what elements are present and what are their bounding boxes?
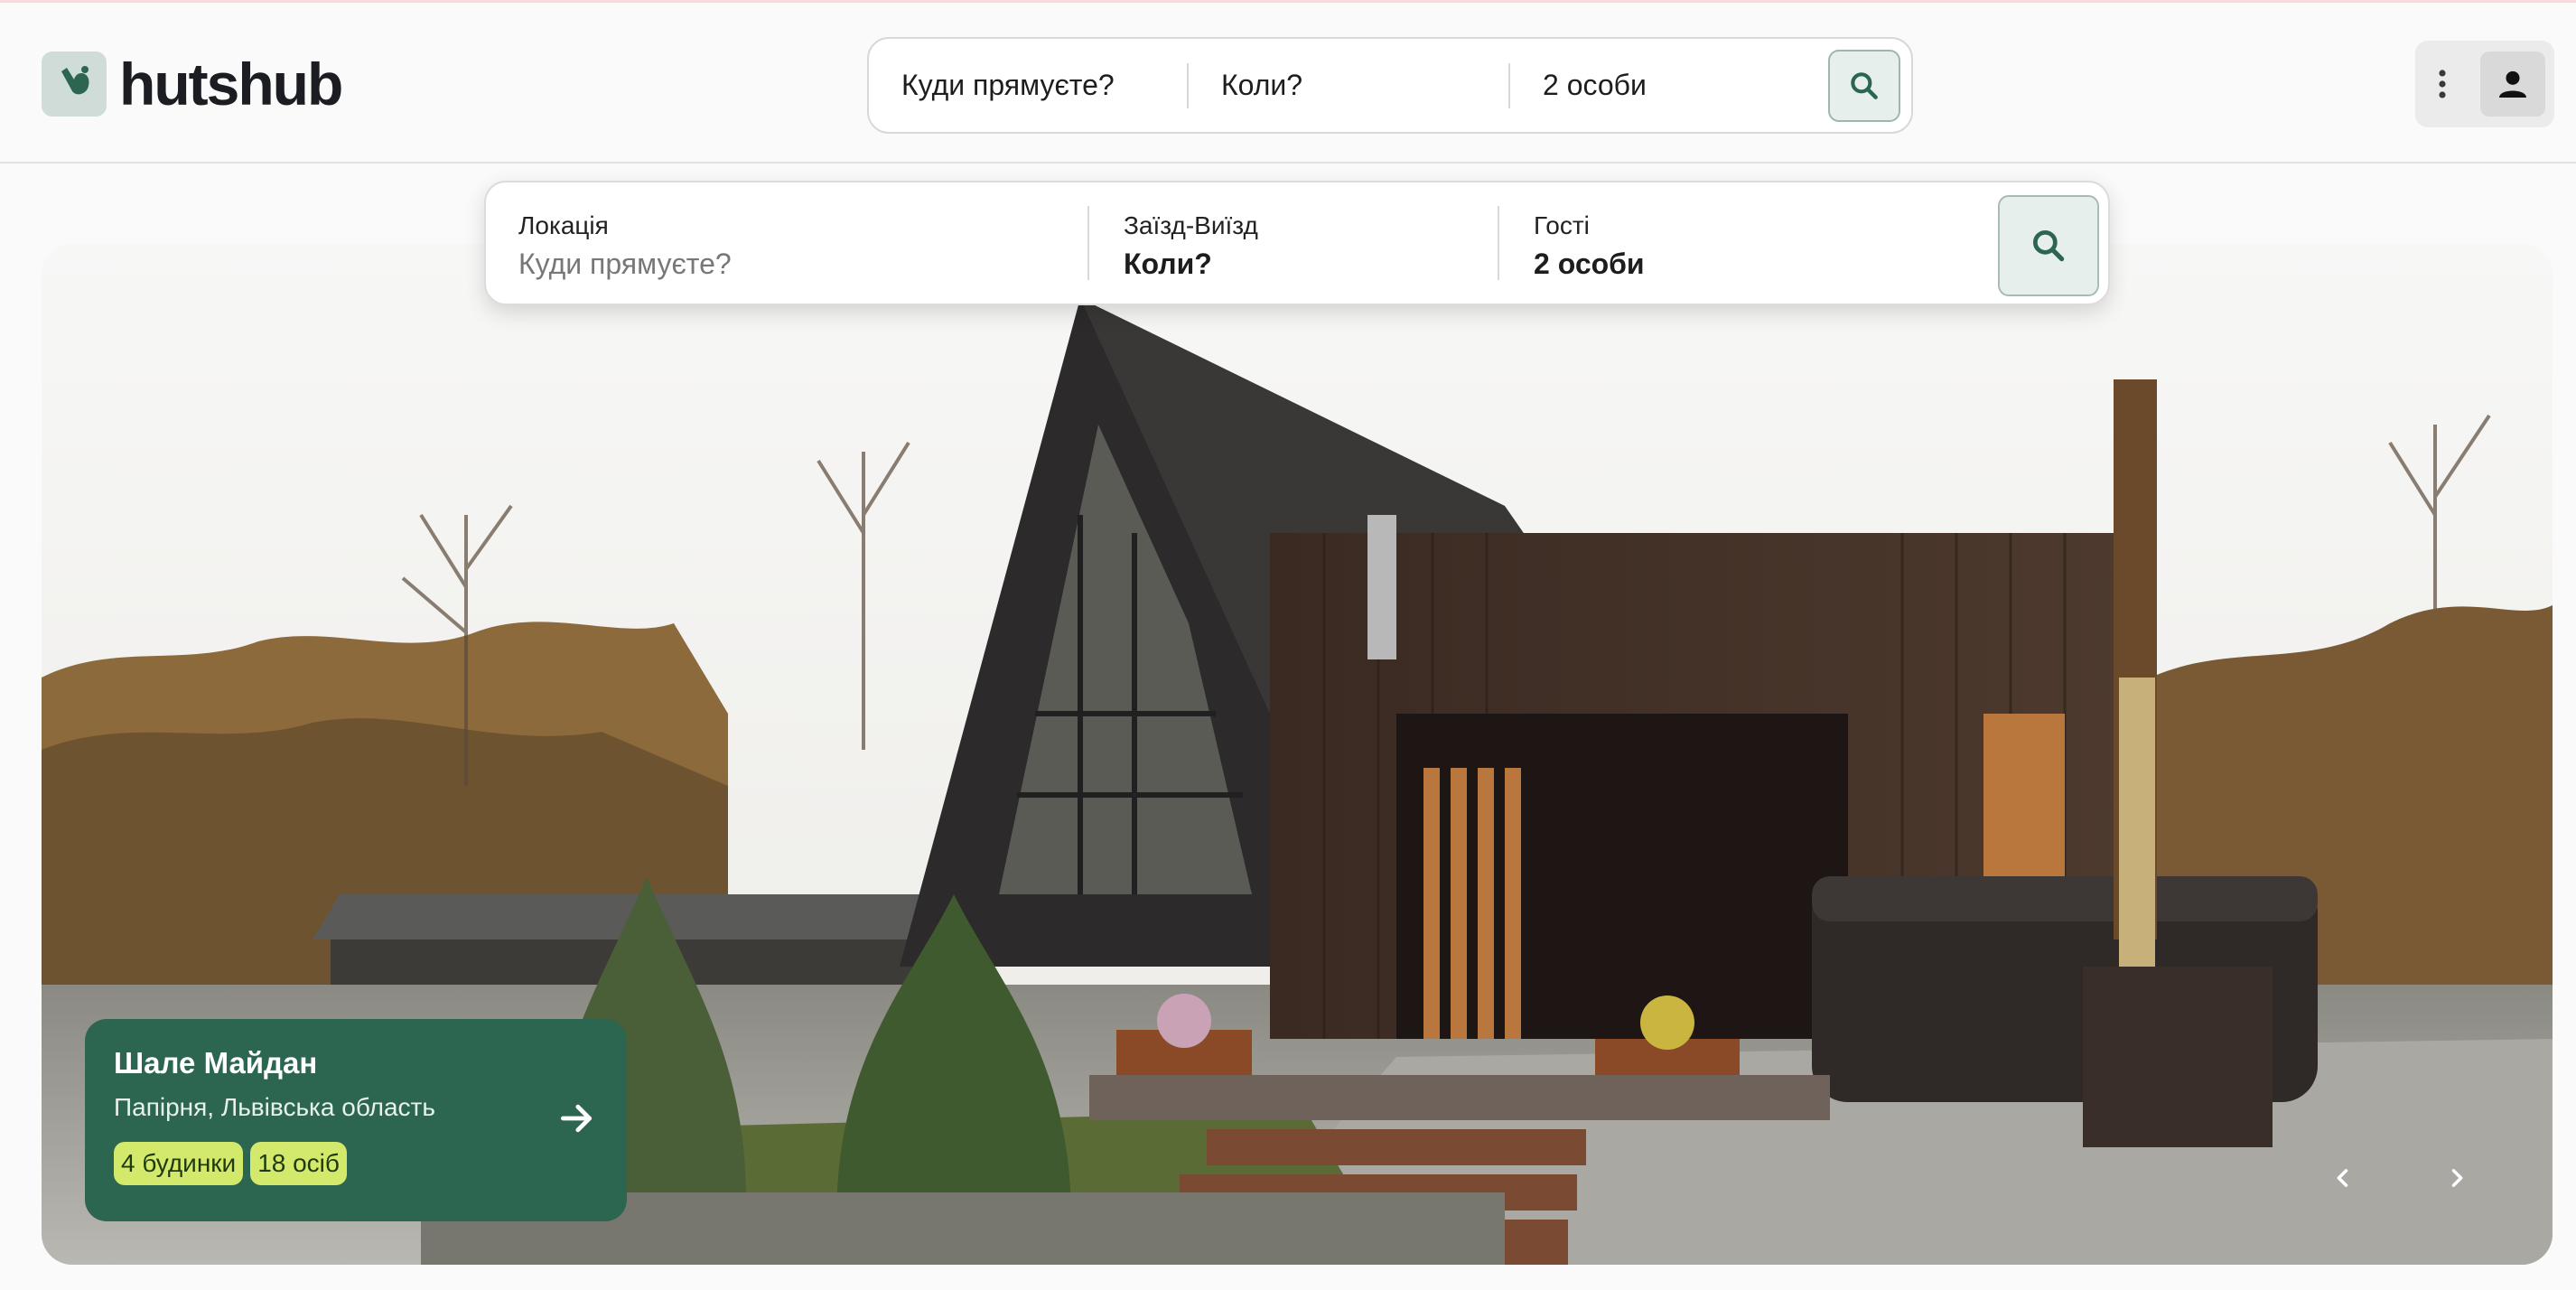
hero-carousel[interactable]: Шале Майдан Папірня, Львівська область 4…: [42, 244, 2553, 1265]
search-icon: [1851, 72, 1878, 99]
guests-value[interactable]: 2 особи: [1534, 248, 1895, 281]
listing-title: Шале Майдан: [114, 1046, 318, 1080]
dates-field[interactable]: Заїзд-Виїзд Коли?: [1124, 202, 1485, 289]
main-search-panel: Локація Куди прямуєте? Заїзд-Виїзд Коли?…: [484, 181, 2110, 305]
guests-field[interactable]: Гості 2 особи: [1534, 202, 1895, 289]
field-divider: [1498, 206, 1499, 280]
user-icon: [2499, 70, 2526, 98]
arrow-right-icon[interactable]: [556, 1098, 596, 1138]
location-field[interactable]: Локація Куди прямуєте?: [518, 202, 1060, 289]
search-button[interactable]: [1998, 195, 2099, 296]
guests-badge: 18 осіб: [250, 1142, 347, 1185]
houses-badge: 4 будинки: [114, 1142, 244, 1185]
listing-location: Папірня, Львівська область: [114, 1093, 435, 1121]
user-profile-button[interactable]: [2480, 51, 2545, 117]
compact-search-button[interactable]: [1828, 50, 1900, 122]
compact-dates-field[interactable]: Коли?: [1187, 62, 1508, 108]
compact-search-bar[interactable]: Куди прямуєте? Коли? 2 особи: [867, 37, 1913, 134]
guests-label: Гості: [1534, 211, 1590, 239]
site-header: hutshub Куди прямуєте? Коли? 2 особи: [0, 3, 2576, 164]
more-vertical-icon: [2439, 70, 2446, 98]
field-divider: [1087, 206, 1089, 280]
search-icon: [2032, 229, 2065, 262]
carousel-prev-button[interactable]: [2321, 1156, 2365, 1200]
carousel-next-button[interactable]: [2435, 1156, 2478, 1200]
chevron-left-icon: [2337, 1169, 2348, 1187]
location-label: Локація: [518, 211, 609, 239]
chevron-right-icon: [2451, 1169, 2463, 1187]
featured-listing-card[interactable]: Шале Майдан Папірня, Львівська область 4…: [85, 1019, 627, 1221]
compact-guests-field[interactable]: 2 особи: [1508, 62, 1830, 108]
listing-badges: 4 будинки 18 осіб: [114, 1142, 598, 1185]
more-menu-button[interactable]: [2415, 41, 2469, 127]
logo-icon: [42, 51, 107, 117]
location-input[interactable]: Куди прямуєте?: [518, 248, 1060, 281]
logo[interactable]: hutshub: [42, 50, 343, 118]
dates-label: Заїзд-Виїзд: [1124, 211, 1258, 239]
compact-location-field[interactable]: Куди прямуєте?: [869, 63, 1187, 108]
dates-value[interactable]: Коли?: [1124, 248, 1485, 281]
account-menu[interactable]: [2415, 41, 2554, 127]
brand-name: hutshub: [119, 51, 343, 117]
